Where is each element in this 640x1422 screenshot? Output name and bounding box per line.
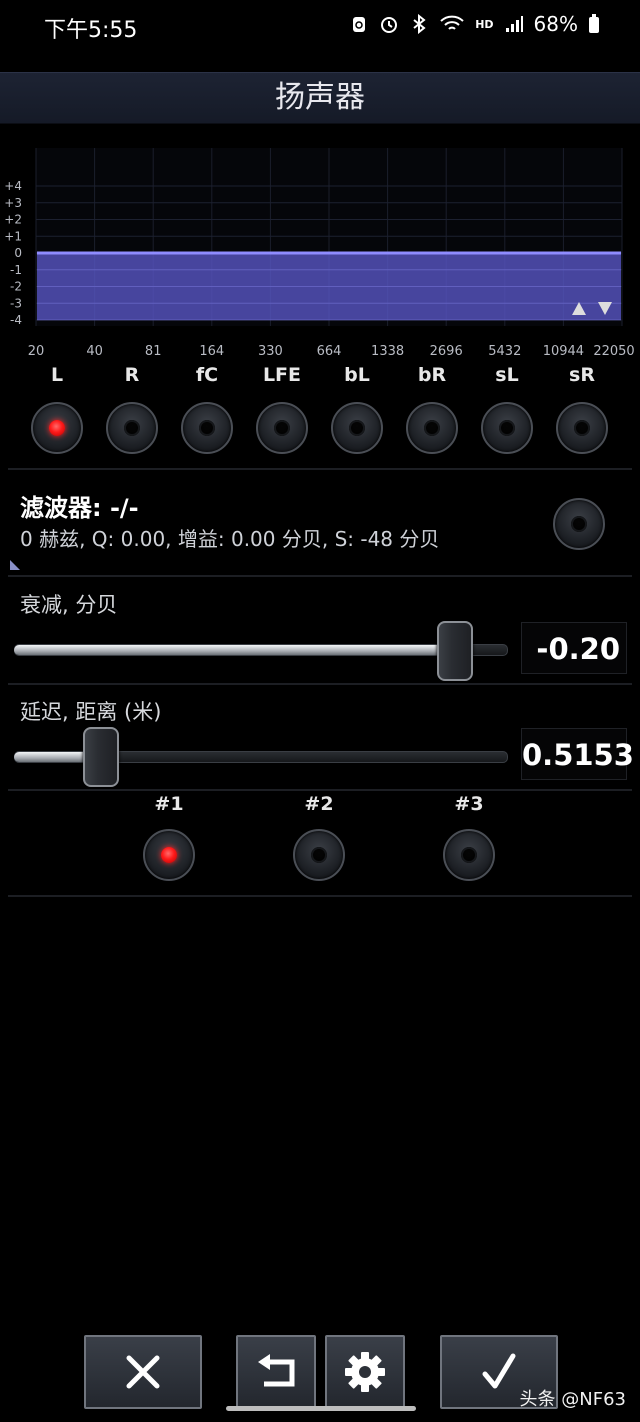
divider: [8, 789, 632, 791]
delay-slider-thumb[interactable]: [83, 727, 119, 787]
preset-label-3: #3: [454, 793, 484, 815]
eq-y-tick-label: -2: [10, 280, 22, 294]
undo-icon: [258, 1354, 295, 1387]
home-indicator[interactable]: [226, 1406, 416, 1411]
eq-x-tick-label: 164: [199, 344, 224, 359]
battery-percent: 68%: [533, 12, 578, 36]
network-type: HD: [475, 17, 494, 31]
eq-y-tick-label: +1: [4, 229, 22, 243]
eq-y-tick-label: -4: [10, 313, 22, 327]
attenuation-slider-thumb[interactable]: [437, 621, 474, 681]
channel-knob-fc[interactable]: [181, 402, 233, 454]
divider: [8, 575, 632, 577]
divider: [8, 895, 632, 897]
eq-chart[interactable]: +4 +3 +2 +1 0 -1 -2 -3 -4 20 40 81 164 330 664 1338 269…: [0, 148, 640, 360]
close-icon: [126, 1355, 160, 1389]
filter-toggle-knob[interactable]: [553, 498, 605, 550]
divider: [8, 683, 632, 685]
channel-label-sl: sL: [495, 364, 519, 386]
eq-x-tick-label: 20: [28, 344, 45, 359]
eq-band: [37, 251, 621, 321]
channel-knob-bl[interactable]: [331, 402, 383, 454]
preset-knob-3[interactable]: [443, 829, 495, 881]
eq-x-tick-label: 1338: [371, 344, 404, 359]
watermark: 头条 @NF63: [519, 1389, 626, 1410]
attenuation-label: 衰减, 分贝: [20, 593, 118, 617]
channel-label-r: R: [124, 364, 140, 386]
bluetooth-icon: [413, 14, 426, 34]
preset-label-2: #2: [304, 793, 334, 815]
undo-button[interactable]: [236, 1335, 316, 1409]
filter-title: 滤波器: -/-: [20, 494, 139, 522]
delay-label: 延迟, 距离 (米): [20, 700, 162, 724]
channel-label-fc: fC: [195, 364, 219, 386]
preset-knob-2[interactable]: [293, 829, 345, 881]
channel-knob-br[interactable]: [406, 402, 458, 454]
channel-label-bl: bL: [344, 364, 370, 386]
preset-knob-1[interactable]: [143, 829, 195, 881]
eq-x-tick-label: 664: [317, 344, 342, 359]
eq-x-tick-label: 2696: [430, 344, 463, 359]
eq-y-tick-label: +4: [4, 179, 22, 193]
signal-icon: [505, 16, 523, 32]
attenuation-fill: [14, 645, 454, 655]
channel-knob-lfe[interactable]: [256, 402, 308, 454]
eq-x-tick-label: 22050: [593, 344, 634, 359]
recycle-icon: [353, 17, 366, 32]
channel-label-lfe: LFE: [262, 364, 302, 386]
eq-y-tick-label: +3: [4, 196, 22, 210]
battery-icon: [589, 14, 599, 33]
eq-x-tick-label: 40: [86, 344, 103, 359]
title-bar: 扬声器: [0, 72, 640, 124]
channel-knob-l[interactable]: [31, 402, 83, 454]
eq-y-tick-label: +2: [4, 213, 22, 227]
channel-knob-r[interactable]: [106, 402, 158, 454]
eq-x-tick-label: 10944: [543, 344, 584, 359]
check-icon: [482, 1353, 516, 1389]
cancel-button[interactable]: [84, 1335, 202, 1409]
attenuation-value[interactable]: -0.20: [521, 622, 627, 674]
eq-x-tick-label: 81: [145, 344, 162, 359]
wifi-icon: [440, 15, 464, 30]
eq-y-tick-label: 0: [14, 246, 22, 260]
preset-label-1: #1: [154, 793, 184, 815]
eq-y-tick-label: -1: [10, 263, 22, 277]
expand-corner-icon[interactable]: [10, 560, 20, 570]
status-time: 下午5:55: [44, 18, 138, 43]
divider: [8, 468, 632, 470]
status-icons: HD 68%: [349, 12, 600, 36]
channel-label-sr: sR: [569, 364, 595, 386]
eq-x-axis: 20 40 81 164 330 664 1338 2696 5432 10944 22050: [28, 344, 635, 359]
channel-label-br: bR: [417, 364, 447, 386]
eq-y-axis: +4 +3 +2 +1 0 -1 -2 -3 -4: [4, 179, 22, 327]
alarm-icon: [381, 17, 398, 33]
settings-button[interactable]: [325, 1335, 405, 1409]
channel-knob-sr[interactable]: [556, 402, 608, 454]
eq-y-tick-label: -3: [10, 296, 22, 310]
delay-value[interactable]: 0.5153: [521, 728, 634, 780]
filter-info: 0 赫兹, Q: 0.00, 增益: 0.00 分贝, S: -48 分贝: [20, 527, 440, 551]
page-title: 扬声器: [275, 80, 365, 115]
channel-label-l: L: [50, 364, 64, 386]
eq-x-tick-label: 330: [258, 344, 283, 359]
channel-knob-sl[interactable]: [481, 402, 533, 454]
gear-icon: [345, 1352, 385, 1392]
eq-x-tick-label: 5432: [488, 344, 521, 359]
